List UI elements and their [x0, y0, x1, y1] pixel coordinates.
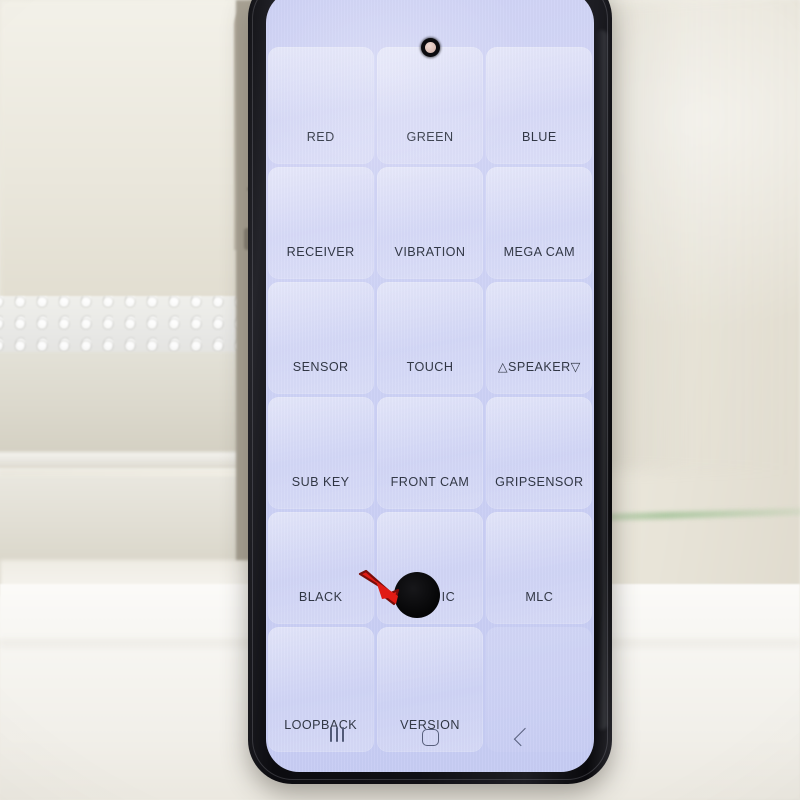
- grid-row: RED GREEN BLUE: [266, 45, 594, 165]
- background-wall-left: [0, 0, 250, 300]
- styrofoam-block-edge: [0, 452, 260, 474]
- test-cell-vibration[interactable]: VIBRATION: [376, 166, 484, 279]
- test-cell-receiver[interactable]: RECEIVER: [267, 166, 374, 279]
- test-cell-label: SUB KEY: [291, 474, 350, 489]
- back-chevron-icon: [513, 727, 533, 747]
- test-cell-label: SENSOR: [292, 359, 349, 374]
- test-cell-label: TOUCH: [406, 359, 454, 374]
- test-cell-green[interactable]: GREEN: [376, 46, 484, 164]
- test-cell-label: △SPEAKER▽: [497, 359, 581, 374]
- phone-screen[interactable]: RED GREEN BLUE RECEIVER VIBRATION MEGA C…: [266, 0, 594, 772]
- test-cell-sub-key[interactable]: SUB KEY: [267, 396, 374, 509]
- test-cell-touch[interactable]: TOUCH: [376, 281, 484, 394]
- phone-edge-highlight: [596, 30, 607, 730]
- test-cell-label: MLC: [525, 589, 554, 604]
- test-cell-label: GREEN: [406, 129, 454, 144]
- test-cell-front-cam[interactable]: FRONT CAM: [376, 396, 484, 509]
- camera-lens: [425, 42, 436, 53]
- test-cell-label: FRONT CAM: [390, 474, 470, 489]
- test-cell-speaker[interactable]: △SPEAKER▽: [486, 281, 593, 394]
- photo-stage: RED GREEN BLUE RECEIVER VIBRATION MEGA C…: [0, 0, 800, 800]
- test-cell-label: RECEIVER: [286, 244, 355, 259]
- grid-row: RECEIVER VIBRATION MEGA CAM: [266, 165, 594, 280]
- test-cell-label: BLUE: [521, 129, 557, 144]
- test-cell-mlc[interactable]: MLC: [486, 511, 593, 624]
- styrofoam-block-body: [0, 352, 260, 468]
- test-cell-mega-cam[interactable]: MEGA CAM: [486, 166, 593, 279]
- navigation-bar: [266, 720, 594, 754]
- test-cell-gripsensor[interactable]: GRIPSENSOR: [486, 396, 593, 509]
- back-button[interactable]: [501, 720, 545, 754]
- test-cell-blue[interactable]: BLUE: [486, 46, 593, 164]
- grid-row: SENSOR TOUCH △SPEAKER▽: [266, 280, 594, 395]
- test-cell-label: VIBRATION: [394, 244, 466, 259]
- background-shadow: [600, 0, 800, 470]
- test-cell-label: MEGA CAM: [503, 244, 576, 259]
- home-button[interactable]: [408, 720, 452, 754]
- test-cell-red[interactable]: RED: [267, 46, 374, 164]
- recents-icon: [328, 727, 345, 747]
- test-cell-sensor[interactable]: SENSOR: [267, 281, 374, 394]
- front-camera-icon: [421, 38, 440, 57]
- styrofoam-bead-texture: [0, 296, 260, 358]
- grid-row: SUB KEY FRONT CAM GRIPSENSOR: [266, 395, 594, 510]
- home-icon: [421, 728, 439, 746]
- test-cell-label: RED: [306, 129, 335, 144]
- red-arrow-icon: [358, 569, 400, 606]
- recents-button[interactable]: [315, 720, 359, 754]
- test-cell-label: GRIPSENSOR: [495, 474, 584, 489]
